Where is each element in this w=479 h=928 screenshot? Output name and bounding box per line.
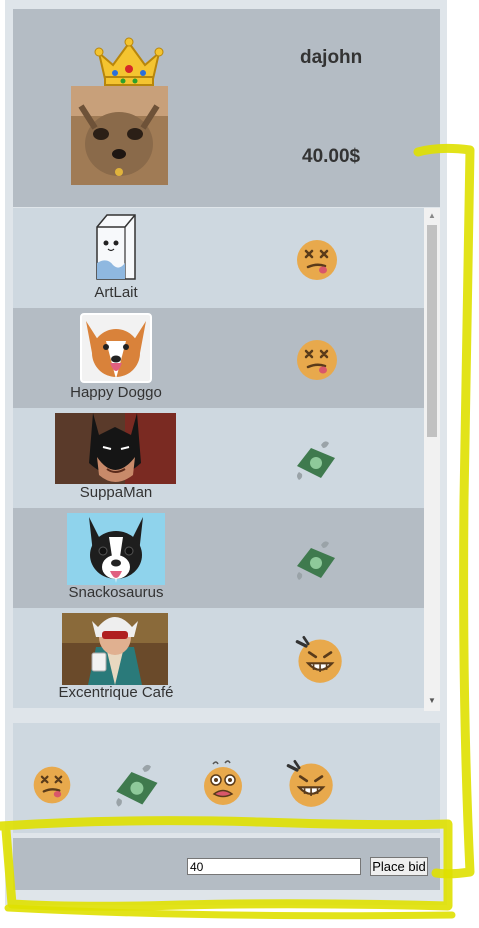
- fearful-face-icon[interactable]: [199, 757, 247, 809]
- player-name: Happy Doggo: [70, 384, 162, 401]
- list-scrollbar[interactable]: ▲ ▼: [424, 208, 440, 711]
- flying-money-icon[interactable]: [112, 759, 164, 811]
- player-row: Snackosaurus: [13, 508, 424, 608]
- scroll-thumb[interactable]: [427, 225, 437, 437]
- player-row: ArtLait: [13, 208, 424, 308]
- profile-picture: [71, 86, 168, 185]
- balance: 40.00$: [302, 146, 361, 167]
- player-avatar: [67, 513, 165, 585]
- bid-bar: Place bid: [13, 838, 440, 890]
- player-avatar: [55, 413, 176, 484]
- dizzy-face-icon: [293, 236, 341, 284]
- scroll-down-arrow-icon[interactable]: ▼: [428, 697, 436, 705]
- bid-amount-input[interactable]: [187, 858, 361, 875]
- dizzy-face-icon[interactable]: [30, 763, 74, 807]
- grinning-squint-face-icon[interactable]: [284, 757, 336, 809]
- player-row: Excentrique Café: [13, 608, 424, 708]
- crown-icon: [94, 37, 164, 86]
- username: dajohn: [300, 47, 363, 68]
- flying-money-icon: [293, 436, 341, 484]
- flying-money-icon: [293, 536, 341, 584]
- player-list[interactable]: ArtLait Happy Doggo SuppaMan Snackosauru…: [13, 208, 440, 711]
- player-name: Excentrique Café: [58, 684, 174, 701]
- player-row: Happy Doggo: [13, 308, 424, 408]
- player-name: Snackosaurus: [68, 584, 164, 601]
- place-bid-button[interactable]: Place bid: [370, 857, 428, 876]
- scroll-up-arrow-icon[interactable]: ▲: [428, 212, 436, 220]
- player-avatar: [62, 613, 168, 685]
- emoji-bar: [13, 723, 440, 833]
- player-row: SuppaMan: [13, 408, 424, 508]
- player-name: ArtLait: [94, 284, 138, 301]
- player-header: dajohn 40.00$: [13, 9, 440, 207]
- dizzy-face-icon: [293, 336, 341, 384]
- grinning-squint-face-icon: [293, 633, 345, 685]
- player-name: SuppaMan: [79, 484, 153, 501]
- player-avatar: [80, 313, 152, 383]
- auction-app: dajohn 40.00$ ArtLait Happy Doggo SuppaM…: [5, 0, 447, 905]
- player-avatar: [96, 214, 136, 280]
